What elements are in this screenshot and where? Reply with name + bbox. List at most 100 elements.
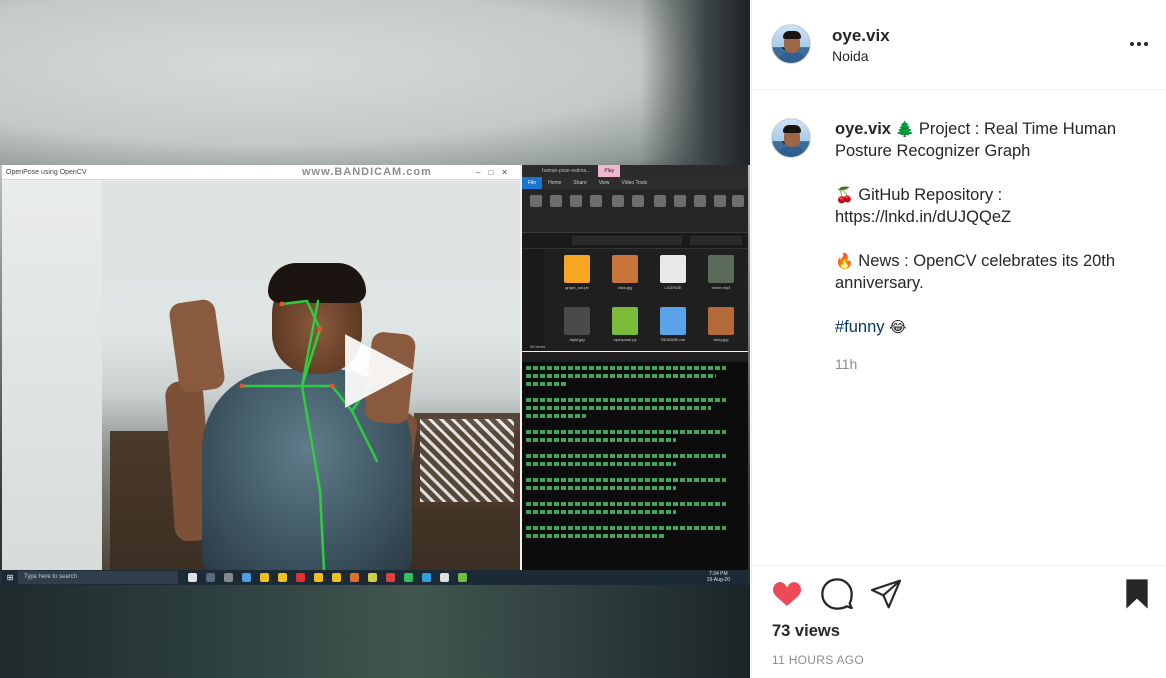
- caption-username-link[interactable]: oye.vix: [835, 120, 891, 138]
- taskbar-clock: 7:34 PM 19-Aug-20: [707, 571, 730, 583]
- explorer-file: vista.jpg: [612, 255, 638, 290]
- cherry-emoji-icon: 🍒: [835, 186, 854, 204]
- window-controls-icon: –□✕: [476, 168, 516, 177]
- terminal-line: [526, 478, 726, 482]
- terminal-line: [526, 366, 726, 370]
- file-name: LICENSE: [664, 285, 682, 290]
- terminal-line: [526, 486, 676, 490]
- location-link[interactable]: Noida: [832, 48, 869, 64]
- terminal-output: [522, 362, 748, 546]
- header-username-link[interactable]: oye.vix: [832, 26, 890, 46]
- terminal-titlebar: [522, 352, 748, 362]
- terminal-line: [526, 430, 726, 434]
- clock-date: 19-Aug-20: [706, 577, 730, 583]
- post-side-panel: oye.vix Noida oye.vix 🌲 Project : Real T…: [751, 0, 1166, 678]
- explorer-file: README.md: [660, 307, 686, 342]
- share-icon[interactable]: [870, 578, 902, 610]
- windows-taskbar: ⊞ Type here to search 7:34 PM 19-Aug-20: [2, 570, 748, 585]
- capture-window-titlebar: OpenPose using OpenCV –□✕: [2, 165, 520, 180]
- caption-avatar[interactable]: [771, 118, 811, 158]
- ribbon-tab-share: Share: [573, 180, 587, 186]
- file-name: move.mp4: [711, 285, 731, 290]
- explorer-ribbon-tabs: File Home Share View Video Tools: [522, 177, 748, 189]
- file-name: graph_out.pb: [565, 285, 589, 290]
- terminal-line: [526, 398, 726, 402]
- post-header: oye.vix Noida: [752, 0, 1166, 90]
- heart-icon[interactable]: [771, 578, 803, 610]
- view-count[interactable]: 73 views: [772, 622, 840, 641]
- explorer-file: LICENSE: [660, 255, 686, 290]
- file-thumbnail-icon: [612, 307, 638, 335]
- explorer-file: graph_out.pb: [564, 255, 590, 290]
- terminal-line: [526, 454, 726, 458]
- post-caption: oye.vix 🌲 Project : Real Time Human Post…: [835, 118, 1145, 360]
- tree-emoji-icon: 🌲: [895, 120, 915, 138]
- terminal-line: [526, 382, 566, 386]
- terminal-window: [522, 352, 748, 570]
- explorer-file-grid: graph_out.pb vista.jpg LICENSE move.mp4 nigh…: [522, 249, 748, 351]
- file-name: night.jpg: [569, 337, 585, 342]
- windows-start-icon: ⊞: [6, 573, 14, 582]
- explorer-nav-pane: [522, 249, 544, 351]
- explorer-address-bar: [522, 233, 748, 249]
- ribbon-tab-home: Home: [548, 180, 562, 186]
- taskbar-app-icons: [188, 573, 467, 582]
- explorer-file: openpose.py: [612, 307, 638, 342]
- terminal-line: [526, 510, 676, 514]
- file-thumbnail-icon: [564, 255, 590, 283]
- post-date[interactable]: 11 HOURS AGO: [772, 653, 864, 667]
- explorer-file: vicky.jpg: [708, 307, 734, 342]
- ribbon-tab-view: View: [598, 180, 610, 186]
- caption-line-news: News : OpenCV celebrates its 20th annive…: [835, 252, 1116, 292]
- terminal-line: [526, 374, 716, 378]
- avatar[interactable]: [771, 24, 811, 64]
- file-explorer-window: human-pose-estima... Play File Home Shar…: [522, 165, 748, 351]
- explorer-ribbon: [522, 189, 748, 233]
- explorer-tabs: human-pose-estima... Play: [522, 165, 748, 177]
- explorer-tab: human-pose-estima...: [542, 168, 591, 174]
- explorer-item-count: 56 items: [530, 344, 546, 349]
- watermark: www.BANDICAM.com: [302, 166, 432, 178]
- file-thumbnail-icon: [660, 307, 686, 335]
- file-thumbnail-icon: [564, 307, 590, 335]
- file-name: openpose.py: [613, 337, 637, 342]
- taskbar-search: Type here to search: [18, 571, 178, 584]
- file-thumbnail-icon: [660, 255, 686, 283]
- caption-line-github: GitHub Repository :: [858, 186, 1003, 204]
- media-blur-top: [0, 0, 750, 165]
- file-name: vista.jpg: [617, 285, 633, 290]
- capture-window-title: OpenPose using OpenCV: [6, 169, 87, 176]
- github-link[interactable]: https://lnkd.in/dUJQQeZ: [835, 208, 1011, 226]
- comment-icon[interactable]: [821, 578, 853, 610]
- ribbon-tab-file: File: [522, 177, 543, 189]
- more-options-icon[interactable]: [1124, 34, 1154, 54]
- play-icon[interactable]: [337, 330, 419, 412]
- terminal-line: [526, 534, 666, 538]
- terminal-line: [526, 406, 711, 410]
- post-media[interactable]: OpenPose using OpenCV –□✕ www.BANDICAM.c…: [0, 0, 750, 678]
- explorer-file: move.mp4: [708, 255, 734, 290]
- file-name: README.md: [661, 337, 685, 342]
- explorer-file: night.jpg: [564, 307, 590, 342]
- actions-divider: [752, 565, 1166, 566]
- terminal-line: [526, 526, 726, 530]
- terminal-line: [526, 438, 676, 442]
- fire-emoji-icon: 🔥: [835, 252, 854, 270]
- file-name: vicky.jpg: [713, 337, 729, 342]
- terminal-line: [526, 462, 676, 466]
- caption-timestamp[interactable]: 11h: [835, 356, 857, 372]
- file-thumbnail-icon: [708, 307, 734, 335]
- file-thumbnail-icon: [612, 255, 638, 283]
- camera-feed: [2, 181, 520, 570]
- bookmark-icon[interactable]: [1122, 578, 1152, 610]
- terminal-line: [526, 414, 586, 418]
- media-blur-bottom: [0, 585, 750, 678]
- hashtag-link[interactable]: #funny: [835, 318, 885, 336]
- explorer-tab-active: Play: [598, 165, 621, 177]
- ribbon-tab-video-tools: Video Tools: [621, 180, 648, 186]
- laughing-emoji-icon: 😂: [889, 318, 907, 336]
- pose-skeleton: [239, 299, 379, 570]
- file-thumbnail-icon: [708, 255, 734, 283]
- terminal-line: [526, 502, 726, 506]
- media-blur-right: [640, 0, 750, 165]
